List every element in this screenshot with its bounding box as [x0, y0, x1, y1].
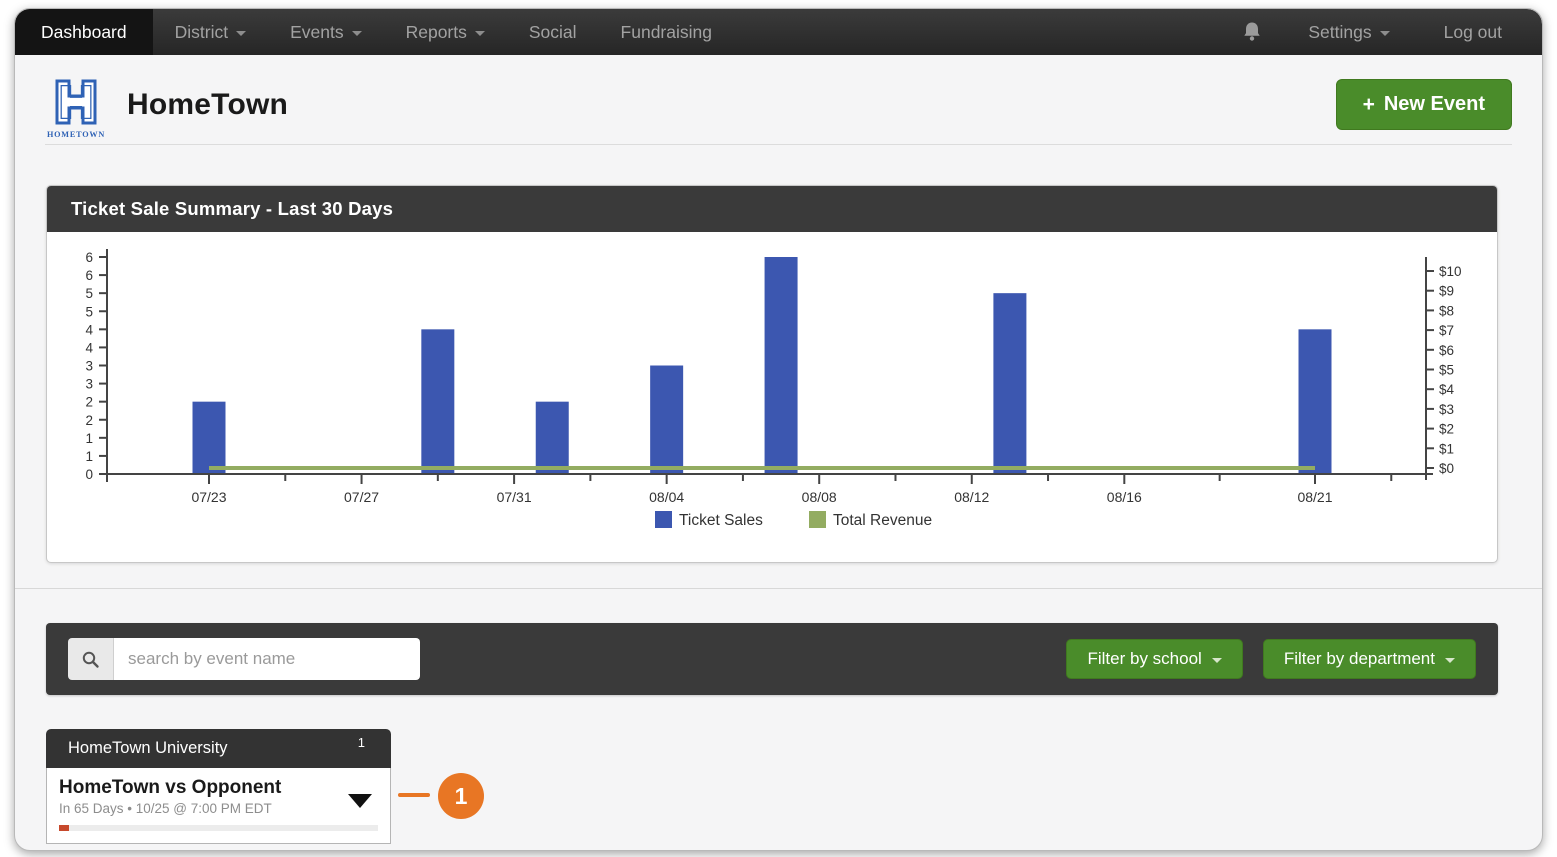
svg-text:$0: $0 — [1439, 461, 1454, 476]
filter-by-school-button[interactable]: Filter by school — [1066, 639, 1242, 679]
nav-label: Dashboard — [41, 22, 127, 43]
nav-label: Social — [529, 22, 577, 43]
nav-item-dashboard[interactable]: Dashboard — [15, 9, 153, 55]
school-name: HomeTown University — [68, 739, 228, 757]
svg-text:3: 3 — [85, 359, 93, 374]
event-title: HomeTown vs Opponent — [59, 777, 378, 799]
filter-by-department-button[interactable]: Filter by department — [1263, 639, 1476, 679]
svg-text:08/04: 08/04 — [649, 489, 684, 505]
svg-text:07/31: 07/31 — [497, 489, 532, 505]
event-card-body: HomeTown vs Opponent In 65 Days • 10/25 … — [46, 768, 391, 844]
ticket-sale-summary-panel: Ticket Sale Summary - Last 30 Days 0 1 1 2 2… — [46, 185, 1498, 563]
svg-text:4: 4 — [85, 322, 93, 337]
nav-label: Log out — [1444, 22, 1502, 43]
svg-text:$3: $3 — [1439, 402, 1454, 417]
event-meta: In 65 Days • 10/25 @ 7:00 PM EDT — [59, 801, 378, 816]
top-navbar: Dashboard District Events Reports Social… — [15, 9, 1542, 55]
filter-department-label: Filter by department — [1284, 649, 1435, 669]
chevron-down-icon — [475, 31, 485, 36]
nav-item-district[interactable]: District — [153, 9, 268, 55]
svg-text:$6: $6 — [1439, 343, 1454, 358]
new-event-button[interactable]: + New Event — [1336, 79, 1512, 130]
svg-text:1: 1 — [85, 449, 93, 464]
ticket-progress-bar — [59, 825, 378, 831]
svg-text:$2: $2 — [1439, 422, 1454, 437]
svg-text:07/27: 07/27 — [344, 489, 379, 505]
notification-bell-icon[interactable] — [1228, 21, 1276, 43]
svg-text:5: 5 — [85, 286, 93, 301]
event-search-bar: Filter by school Filter by department — [46, 623, 1498, 695]
svg-text:2: 2 — [85, 395, 93, 410]
nav-item-events[interactable]: Events — [268, 9, 384, 55]
svg-text:$9: $9 — [1439, 284, 1454, 299]
chevron-down-icon — [236, 31, 246, 36]
logo-wordmark: HOMETOWN — [47, 130, 105, 139]
nav-spacer — [734, 9, 1228, 55]
svg-text:Total Revenue: Total Revenue — [833, 512, 932, 529]
svg-text:08/16: 08/16 — [1107, 489, 1142, 505]
chevron-down-icon — [1445, 658, 1455, 663]
svg-text:Ticket Sales: Ticket Sales — [679, 512, 763, 529]
nav-label: District — [175, 22, 228, 43]
svg-text:$7: $7 — [1439, 323, 1454, 338]
svg-text:2: 2 — [85, 413, 93, 428]
nav-item-logout[interactable]: Log out — [1422, 22, 1524, 43]
nav-label: Events — [290, 22, 344, 43]
svg-text:08/12: 08/12 — [954, 489, 989, 505]
svg-text:07/23: 07/23 — [191, 489, 226, 505]
svg-text:$8: $8 — [1439, 303, 1454, 318]
svg-text:08/08: 08/08 — [802, 489, 837, 505]
svg-text:08/21: 08/21 — [1297, 489, 1332, 505]
nav-item-settings[interactable]: Settings — [1286, 22, 1411, 43]
svg-text:0: 0 — [85, 467, 93, 482]
search-input-group — [68, 638, 420, 680]
hometown-logo: HOMETOWN — [45, 79, 107, 141]
section-divider — [15, 588, 1542, 589]
chevron-down-icon — [1380, 31, 1390, 36]
search-icon — [68, 638, 114, 680]
nav-label: Fundraising — [621, 22, 712, 43]
search-input[interactable] — [114, 638, 420, 680]
plus-icon: + — [1363, 94, 1375, 115]
filter-school-label: Filter by school — [1087, 649, 1201, 669]
nav-label: Reports — [406, 22, 467, 43]
school-event-card: HomeTown University 1 HomeTown vs Oppone… — [46, 729, 391, 844]
nav-label: Settings — [1308, 22, 1371, 43]
svg-text:6: 6 — [85, 250, 93, 265]
svg-text:$10: $10 — [1439, 264, 1462, 279]
new-event-label: New Event — [1384, 93, 1485, 116]
chevron-down-icon — [1212, 658, 1222, 663]
annotation-marker-1: 1 — [438, 773, 484, 819]
page-header: HOMETOWN HomeTown + New Event — [45, 67, 1512, 145]
nav-right-group: Settings Log out — [1228, 9, 1542, 55]
svg-text:$1: $1 — [1439, 441, 1454, 456]
svg-text:5: 5 — [85, 304, 93, 319]
annotation-connector-line — [398, 793, 430, 797]
chevron-down-icon — [352, 31, 362, 36]
svg-text:$5: $5 — [1439, 363, 1454, 378]
app-window: Dashboard District Events Reports Social… — [14, 8, 1543, 851]
event-expand-caret-icon[interactable] — [348, 794, 372, 808]
svg-text:1: 1 — [85, 431, 93, 446]
chart-panel-title: Ticket Sale Summary - Last 30 Days — [47, 186, 1497, 232]
svg-text:3: 3 — [85, 377, 93, 392]
svg-text:6: 6 — [85, 268, 93, 283]
event-count-badge: 1 — [358, 735, 365, 750]
filter-buttons-group: Filter by school Filter by department — [1066, 639, 1476, 679]
svg-text:$4: $4 — [1439, 382, 1455, 397]
nav-item-reports[interactable]: Reports — [384, 9, 507, 55]
event-card-school-header: HomeTown University 1 — [46, 729, 391, 768]
ticket-sales-chart: 0 1 1 2 2 3 3 4 4 5 5 6 6 $0 $1 $2 $3 $4 $5 $6 $7 $8 $9 $10 07/2… — [47, 232, 1497, 562]
ticket-progress-fill — [59, 825, 69, 831]
svg-text:4: 4 — [85, 340, 93, 355]
ticket-chart-svg: 0 1 1 2 2 3 3 4 4 5 5 6 6 $0 $1 $2 $3 $4 $5 $6 $7 $8 $9 $10 07/2… — [47, 232, 1497, 540]
nav-item-social[interactable]: Social — [507, 9, 599, 55]
page-title: HomeTown — [127, 88, 288, 122]
nav-item-fundraising[interactable]: Fundraising — [599, 9, 734, 55]
